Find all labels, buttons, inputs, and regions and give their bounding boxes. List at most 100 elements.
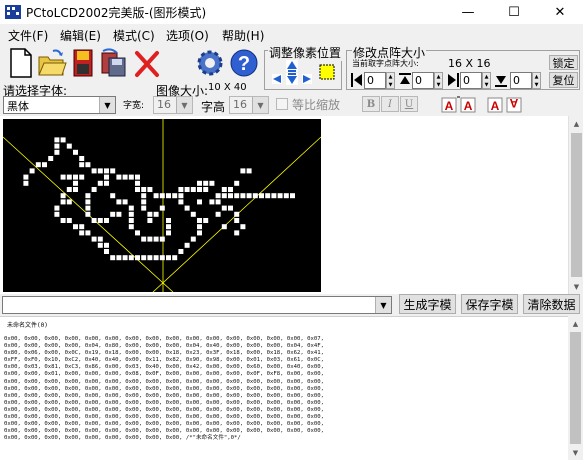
output-scroll-down-icon[interactable]: ▼ [568,445,583,460]
output-scroll-up-icon[interactable]: ▲ [568,316,583,331]
lcd-pixel[interactable] [54,205,60,211]
lcd-pixel[interactable] [197,230,202,236]
output-scroll-thumb[interactable] [570,332,581,444]
lcd-pixel[interactable] [54,149,60,155]
lcd-pixel[interactable] [54,137,60,143]
lcd-pixel[interactable] [178,199,184,205]
flip-horizontal-icon[interactable]: A A [440,94,478,114]
lcd-pixel[interactable] [128,255,134,261]
lcd-pixel[interactable] [128,174,134,180]
lcd-pixel[interactable] [116,255,122,261]
lcd-pixel-canvas[interactable] [3,119,321,292]
lcd-pixel[interactable] [197,199,202,205]
lcd-pixel[interactable] [104,174,109,180]
settings-button[interactable] [194,46,226,80]
flip-vertical-icon[interactable]: A A [486,94,524,114]
help-button[interactable]: ? [228,46,260,80]
width-increase-icon[interactable] [446,72,460,88]
lcd-pixel[interactable] [97,180,103,186]
lcd-pixel[interactable] [48,156,54,161]
lcd-pixel[interactable] [153,211,159,217]
lcd-pixel[interactable] [73,174,78,180]
lcd-pixel[interactable] [221,193,227,199]
lcd-pixel[interactable] [228,205,233,211]
lcd-pixel[interactable] [141,199,147,205]
bold-button[interactable]: B [362,96,380,112]
lcd-pixel[interactable] [147,211,153,217]
lcd-pixel[interactable] [283,193,289,199]
lcd-pixel[interactable] [66,174,72,180]
open-button[interactable] [36,46,68,80]
lcd-pixel[interactable] [190,187,196,192]
lcd-pixel[interactable] [135,187,140,192]
lcd-pixel[interactable] [97,168,103,174]
lcd-pixel[interactable] [104,168,109,174]
lcd-pixel[interactable] [147,187,153,192]
lcd-pixel[interactable] [110,211,116,217]
lcd-pixel[interactable] [240,224,246,230]
width-increase-spinner[interactable]: ▲ ▼ [482,72,491,89]
lcd-pixel[interactable] [184,187,190,192]
lcd-pixel[interactable] [234,193,240,199]
lcd-pixel[interactable] [116,199,122,205]
lcd-pixel[interactable] [240,193,246,199]
lcd-pixel[interactable] [234,230,240,236]
lcd-pixel[interactable] [246,168,252,174]
height-decrease-spinner[interactable]: ▲ ▼ [434,72,443,89]
lcd-pixel[interactable] [116,211,122,217]
lcd-pixel[interactable] [73,187,78,192]
lcd-pixel[interactable] [228,193,233,199]
lcd-pixel[interactable] [234,218,240,223]
lcd-pixel[interactable] [54,211,60,217]
lcd-pixel[interactable] [141,187,147,192]
lcd-pixel[interactable] [209,199,215,205]
height-increase-icon[interactable] [494,72,508,88]
lcd-pixel[interactable] [159,255,165,261]
menu-options[interactable]: 选项(O) [166,27,209,44]
lcd-pixel[interactable] [135,180,140,186]
menu-edit[interactable]: 编辑(E) [60,27,101,44]
lcd-pixel[interactable] [66,218,72,223]
lcd-pixel[interactable] [240,168,246,174]
lcd-pixel[interactable] [79,230,85,236]
lcd-pixel[interactable] [91,218,97,223]
output-format-select[interactable]: ▼ [2,296,392,314]
lcd-pixel[interactable] [166,224,171,230]
lock-button[interactable]: 锁定 [549,55,578,70]
width-decrease-spinner[interactable]: ▲ ▼ [386,72,395,89]
lcd-pixel[interactable] [85,162,91,168]
lcd-pixel[interactable] [172,193,178,199]
lcd-pixel[interactable] [147,236,153,242]
lcd-pixel[interactable] [190,211,196,217]
lcd-pixel[interactable] [122,199,128,205]
lcd-pixel[interactable] [252,193,258,199]
lcd-pixel[interactable] [128,224,134,230]
lcd-pixel[interactable] [153,193,159,199]
shift-up-button[interactable] [286,60,298,72]
lcd-pixel[interactable] [215,193,221,199]
lcd-pixel[interactable] [29,168,35,174]
lcd-pixel[interactable] [79,224,85,230]
lcd-pixel[interactable] [122,255,128,261]
new-file-button[interactable] [4,46,36,80]
shift-right-button[interactable] [302,74,312,84]
lcd-pixel[interactable] [97,236,103,242]
lcd-pixel[interactable] [60,199,66,205]
lcd-pixel[interactable] [91,236,97,242]
lcd-pixel[interactable] [60,193,66,199]
lcd-pixel[interactable] [128,211,134,217]
lcd-pixel[interactable] [147,218,153,223]
scroll-down-arrow-icon[interactable]: ▼ [569,279,583,294]
proportional-checkbox[interactable] [276,98,288,110]
height-increase-input[interactable]: 0 [510,72,532,89]
lcd-pixel[interactable] [209,180,215,186]
save-all-button[interactable] [98,46,130,80]
height-decrease-input[interactable]: 0 [412,72,434,89]
lcd-pixel[interactable] [85,199,91,205]
lcd-pixel[interactable] [135,174,140,180]
lcd-pixel[interactable] [141,193,147,199]
lcd-pixel[interactable] [35,162,41,168]
lcd-pixel[interactable] [221,187,227,192]
scroll-up-arrow-icon[interactable]: ▲ [569,116,583,131]
lcd-pixel[interactable] [166,193,171,199]
